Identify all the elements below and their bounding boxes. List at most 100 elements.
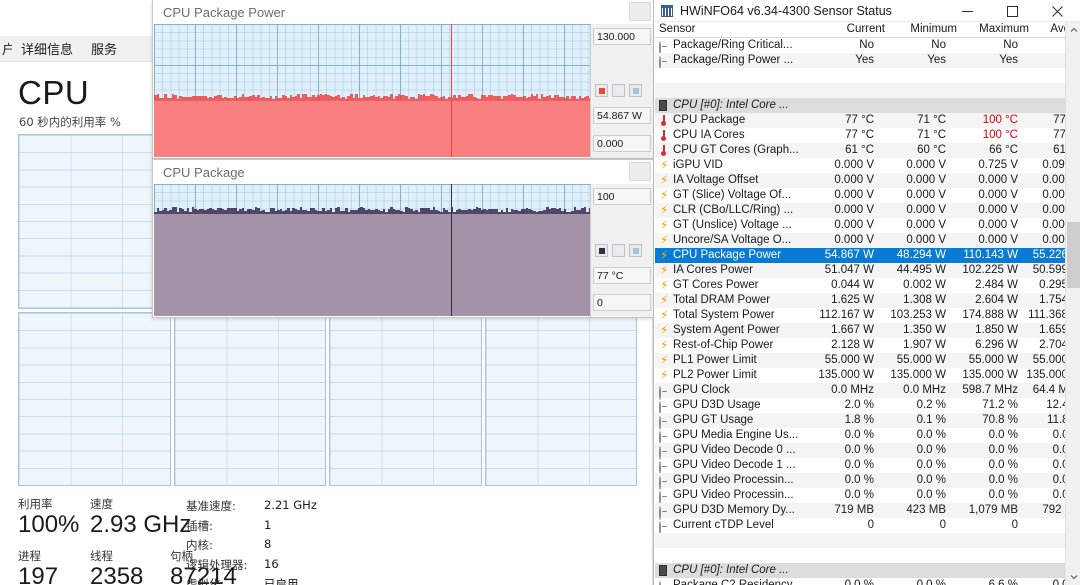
sensor-row[interactable]: GPU Clock 0.0 MHz 0.0 MHz 598.7 MHz 64.4 MHz [655,383,1065,400]
sensor-row[interactable]: ⚡ GT (Unslice) Voltage ... 0.000 V 0.000 V 0… [655,218,1065,233]
scrollbar-thumb[interactable] [1067,222,1080,288]
graph-window-cpu-package-temp[interactable]: CPU Package 100 77 °C Fit y Reset 0 [152,159,654,318]
sensor-row[interactable]: ⚡ CPU Package Power 54.867 W 48.294 W 110.14… [655,248,1065,263]
graph-window-cpu-package-power[interactable]: CPU Package Power 130.000 54.867 W Fit y… [152,0,654,159]
sensor-row[interactable]: ⚡ PL2 Power Limit 135.000 W 135.000 W 135.00… [655,368,1065,383]
sensor-row[interactable]: ⚡ GT Cores Power 0.044 W 0.002 W 2.484 W 0.29… [655,278,1065,293]
sensor-minimum: 44.495 W [896,264,946,276]
sensor-row[interactable]: Package C2 Residency 0.0 % 0.0 % 6.6 % 0.0 % [655,578,1065,585]
sensor-row[interactable]: ⚡ System Agent Power 1.667 W 1.350 W 1.850 W… [655,323,1065,338]
sensor-row[interactable]: ⚡ Total System Power 112.167 W 103.253 W 174… [655,308,1065,323]
sensor-row[interactable]: GPU Video Processin... 0.0 % 0.0 % 0.0 % 0.0… [655,488,1065,505]
vertical-scrollbar[interactable] [1065,22,1080,585]
minimize-icon[interactable] [945,0,990,22]
sensor-group-header[interactable]: CPU [#0]: Intel Core ... [655,563,1065,578]
sensor-row[interactable]: ⚡ IA Voltage Offset 0.000 V 0.000 V 0.000 V 0… [655,173,1065,188]
sensor-row[interactable]: GPU Video Processin... 0.0 % 0.0 % 0.0 % 0.0… [655,473,1065,490]
sensor-maximum: 0.0 % [988,489,1018,501]
power-icon: ⚡ [660,173,669,187]
column-header-sensor[interactable]: Sensor [659,23,695,35]
column-header-current[interactable]: Current [810,23,885,35]
sensor-row[interactable]: CPU IA Cores 77 °C 71 °C 100 °C 77 °C [655,128,1065,143]
sensor-row[interactable]: GPU Media Engine Us... 0.0 % 0.0 % 0.0 % 0.0… [655,428,1065,445]
sensor-group-header[interactable]: CPU [#0]: Intel Core ... [655,98,1065,113]
sensor-row[interactable]: CPU Package 77 °C 71 °C 100 °C 77 °C [655,113,1065,128]
sensor-minimum: No [931,39,946,51]
cpu-core-graph [173,311,326,486]
graph-ymin-field[interactable]: 0 [593,294,651,311]
sensor-average: 111.368 W [1028,309,1065,321]
sensor-row[interactable]: ⚡ iGPU VID 0.000 V 0.000 V 0.725 V 0.094 V [655,158,1065,173]
swatch-series-color[interactable] [595,84,608,97]
graph-ymax-field[interactable]: 100 [593,188,651,205]
scroll-down-icon[interactable] [1066,569,1080,585]
sensor-row[interactable]: GPU Video Decode 1 ... 0.0 % 0.0 % 0.0 % 0.0… [655,458,1065,475]
sensor-row[interactable]: ⚡ GT (Slice) Voltage Of... 0.000 V 0.000 V 0… [655,188,1065,203]
sensor-minimum: 0.0 MHz [903,384,946,396]
close-icon[interactable] [1035,0,1080,22]
graph-plot-area[interactable] [154,184,591,316]
sensor-average: 135.000 W [1026,369,1065,381]
graph-close-button[interactable] [629,2,651,21]
sensor-maximum: 0.000 V [978,234,1018,246]
maximize-icon[interactable] [990,0,1035,22]
sensor-row[interactable]: GPU D3D Usage 2.0 % 0.2 % 71.2 % 12.4 % [655,398,1065,415]
sensor-table-body[interactable]: Package/Ring Critical... No No No Package/Ri… [655,38,1065,585]
sensor-row[interactable]: GPU Video Decode 0 ... 0.0 % 0.0 % 0.0 % 0.0… [655,443,1065,460]
graph-ymax-field[interactable]: 130.000 [593,28,651,45]
sensor-row[interactable]: ⚡ Rest-of-Chip Power 2.128 W 1.907 W 6.296 W… [655,338,1065,353]
swatch-grid-color[interactable] [629,84,642,97]
sensor-current: 77 °C [845,129,874,141]
graph-current-value: 54.867 W [593,107,651,124]
sensor-row[interactable]: ⚡ Total DRAM Power 1.625 W 1.308 W 2.604 W 1.… [655,293,1065,308]
column-header-minimum[interactable]: Minimum [885,23,957,35]
swatch-grid-color[interactable] [629,244,642,257]
stat-utilization-label: 利用率 [18,497,53,511]
sensor-row[interactable]: ⚡ Uncore/SA Voltage O... 0.000 V 0.000 V 0.0… [655,233,1065,248]
swatch-background-color[interactable] [612,244,625,257]
power-icon: ⚡ [660,368,669,382]
tab-partial-clipped[interactable]: 户 [2,36,12,62]
sensor-table-header[interactable]: Sensor Current Minimum Maximum Average [655,22,1080,38]
graph-color-swatches[interactable] [595,244,642,257]
sensor-row[interactable]: CPU GT Cores (Graph... 61 °C 60 °C 66 °C 61 … [655,143,1065,158]
scrollbar-track[interactable] [1066,38,1080,569]
graph-color-swatches[interactable] [595,84,642,97]
sensor-minimum: 135.000 W [890,369,946,381]
sensor-row[interactable]: GPU D3D Memory Dy... 719 MB 423 MB 1,079 MB… [655,503,1065,520]
sensor-other-icon [659,430,670,445]
sensor-row[interactable]: GPU GT Usage 1.8 % 0.1 % 70.8 % 11.8 % [655,413,1065,430]
sensor-other-icon [659,580,670,585]
hwinfo-titlebar[interactable]: HWiNFO64 v6.34-4300 Sensor Status [654,0,1080,22]
sensor-row[interactable]: ⚡ CLR (CBo/LLC/Ring) ... 0.000 V 0.000 V 0.0… [655,203,1065,218]
sensor-row[interactable]: Package/Ring Critical... No No No [655,38,1065,55]
graph-close-button[interactable] [629,162,651,181]
sensor-maximum: 0.0 % [988,429,1018,441]
sensor-row[interactable]: Current cTDP Level0000 [655,518,1065,535]
graph-ymin-field[interactable]: 0.000 [593,135,651,152]
sensor-maximum: 2.604 W [975,294,1018,306]
sensor-spacer-row [655,83,1065,98]
sensor-other-icon [659,40,670,55]
sensor-name: Current cTDP Level [673,519,774,531]
sensor-minimum: 0.1 % [916,414,946,426]
sensor-name: Package/Ring Power ... [673,54,794,66]
column-header-maximum[interactable]: Maximum [957,23,1029,35]
sensor-row[interactable]: ⚡ IA Cores Power 51.047 W 44.495 W 102.225 W… [655,263,1065,278]
page-title: CPU [18,74,90,111]
tab-details[interactable]: 详细信息 [12,36,82,62]
sensor-row[interactable]: Package/Ring Power ... Yes Yes Yes [655,53,1065,70]
sensor-current: 0.000 V [834,204,874,216]
sensor-current: 2.128 W [831,339,874,351]
power-icon: ⚡ [660,278,669,292]
sensor-current: Yes [855,54,874,66]
tab-services[interactable]: 服务 [82,36,126,62]
swatch-background-color[interactable] [612,84,625,97]
graph-plot-area[interactable] [154,24,591,157]
sensor-row[interactable]: ⚡ PL1 Power Limit 55.000 W 55.000 W 55.000 W… [655,353,1065,368]
sensor-average: 50.599 W [1032,264,1065,276]
power-icon: ⚡ [660,158,669,172]
swatch-series-color[interactable] [595,244,608,257]
spec-row: 基准速度: 2.21 GHz [186,498,486,518]
scroll-up-icon[interactable] [1066,22,1080,38]
